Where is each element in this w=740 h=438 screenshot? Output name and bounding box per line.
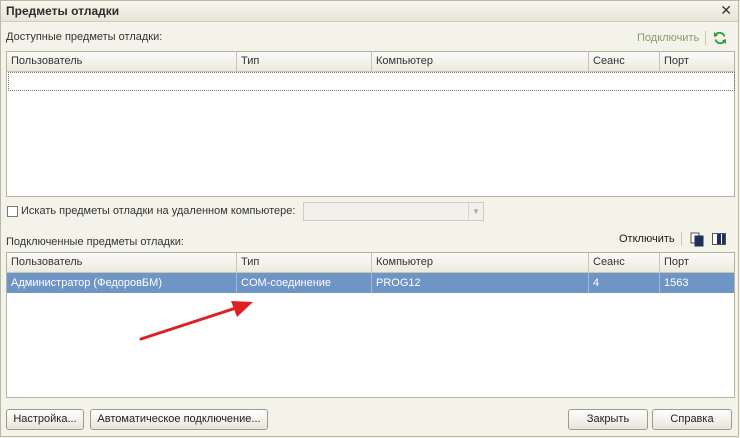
column-session[interactable]: Сеанс (589, 253, 660, 272)
remote-search-label: Искать предметы отладки на удаленном ком… (21, 205, 296, 217)
connected-table[interactable]: Пользователь Тип Компьютер Сеанс Порт Ад… (6, 252, 735, 398)
remote-search-checkbox[interactable] (7, 206, 18, 217)
toolbar-separator (681, 232, 682, 246)
column-user[interactable]: Пользователь (7, 253, 237, 272)
column-type[interactable]: Тип (237, 52, 372, 71)
help-button[interactable]: Справка (652, 409, 732, 430)
columns-icon[interactable] (711, 231, 727, 247)
refresh-icon[interactable] (712, 30, 728, 46)
cell-computer: PROG12 (372, 273, 589, 293)
available-label: Доступные предметы отладки: (6, 31, 163, 43)
window-title: Предметы отладки (6, 4, 120, 18)
column-port[interactable]: Порт (660, 253, 736, 272)
column-port[interactable]: Порт (660, 52, 736, 71)
title-bar: Предметы отладки ✕ (1, 1, 738, 22)
cell-port: 1563 (664, 277, 689, 289)
available-table-header: Пользователь Тип Компьютер Сеанс Порт (7, 52, 734, 72)
cell-type: COM-соединение (237, 273, 372, 293)
annotation-arrow (139, 301, 253, 341)
column-computer[interactable]: Компьютер (372, 52, 589, 71)
column-user[interactable]: Пользователь (7, 52, 237, 71)
cell-user: Администратор (ФедоровБМ) (7, 273, 237, 293)
cell-session: 4 (589, 273, 660, 293)
available-table[interactable]: Пользователь Тип Компьютер Сеанс Порт (6, 51, 735, 197)
copy-icon[interactable] (689, 231, 705, 247)
column-type[interactable]: Тип (237, 253, 372, 272)
disconnect-link[interactable]: Отключить (619, 233, 675, 245)
connected-table-header: Пользователь Тип Компьютер Сеанс Порт (7, 253, 734, 273)
table-row[interactable]: Администратор (ФедоровБМ) COM-соединение… (7, 273, 734, 293)
settings-button[interactable]: Настройка... (6, 409, 84, 430)
auto-connect-button[interactable]: Автоматическое подключение... (90, 409, 268, 430)
debug-targets-window: Предметы отладки ✕ Доступные предметы от… (0, 0, 739, 437)
connect-link[interactable]: Подключить (637, 32, 699, 44)
available-empty-row[interactable] (8, 72, 735, 91)
column-session[interactable]: Сеанс (589, 52, 660, 71)
chevron-down-icon[interactable]: ▼ (468, 203, 483, 220)
connected-label: Подключенные предметы отладки: (6, 236, 184, 248)
toolbar-separator (705, 31, 706, 45)
close-icon[interactable]: ✕ (720, 2, 732, 18)
close-button[interactable]: Закрыть (568, 409, 648, 430)
remote-computer-combo[interactable]: ▼ (303, 202, 484, 221)
column-computer[interactable]: Компьютер (372, 253, 589, 272)
